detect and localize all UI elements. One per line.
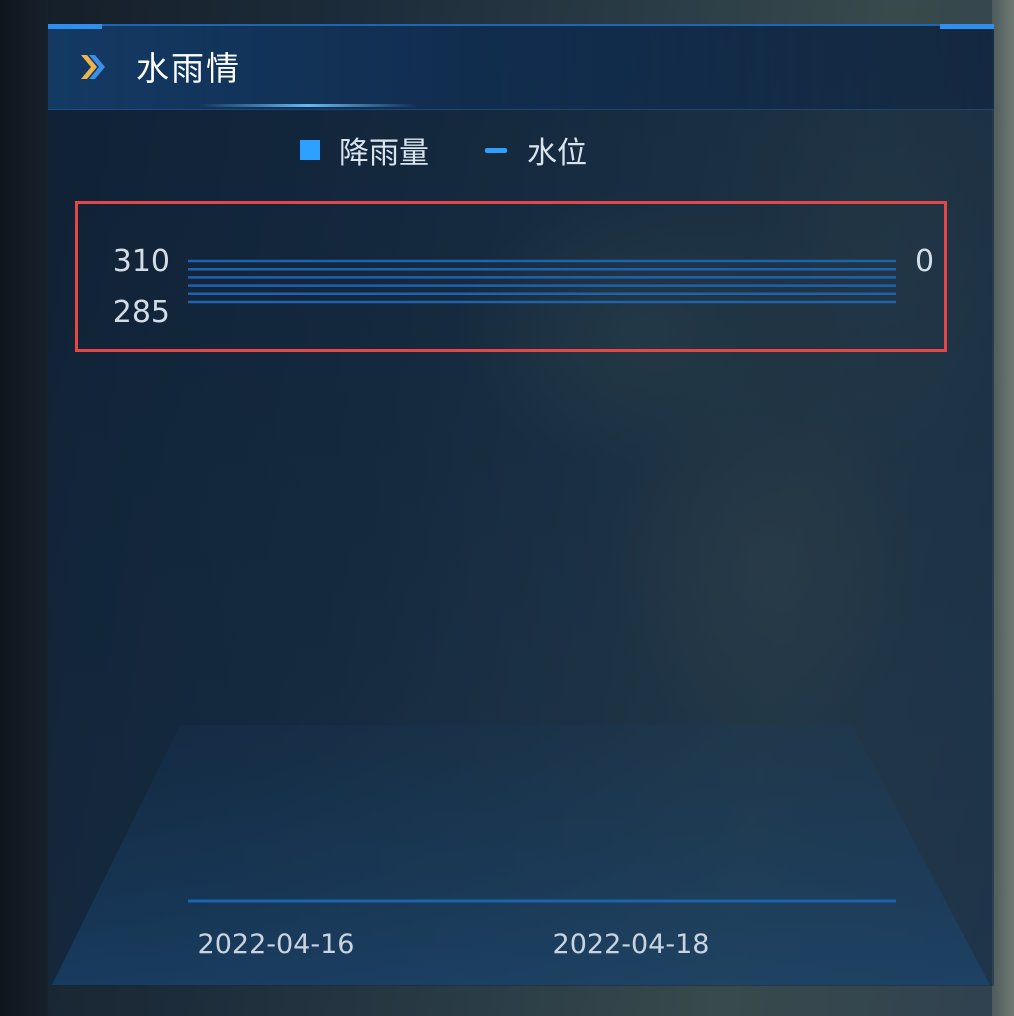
scene-background: 水雨情 降雨量 水位 310 285 0 2022-04-16 2022-04-18	[0, 0, 1014, 1016]
x-axis-date-label: 2022-04-18	[553, 929, 710, 960]
x-axis-ticks: 2022-04-16 2022-04-18	[198, 929, 710, 960]
chart-plot: 310285 0 2022-04-16 2022-04-18	[113, 244, 934, 960]
x-axis-date-label: 2022-04-16	[198, 929, 355, 960]
highlight-annotation-box	[75, 201, 947, 352]
